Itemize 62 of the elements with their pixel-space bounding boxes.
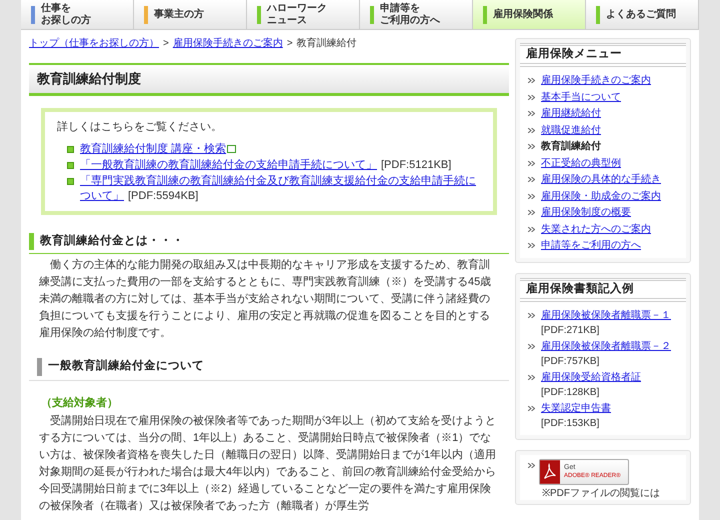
bullet-icon bbox=[528, 78, 535, 84]
body-paragraph: 受講開始日現在で雇用保険の被保険者等であった期間が3年以上（初めて支給を受けようとする方については、当分の間、1年以上）あること、受講開始日時点で被保険者（※1）でない方は、被保険者資格を喪失した日（離職日の翌日）以降、受講開始日までが1年以内（適用対象期間の延長が行われた場合は最大4年以内）であること、前回の教育訓練給付金受給から今回受講開始日前までに3年以上（※2）経過していることなど一定の要件を満たす雇用保険の被保険者（在職者）又は被保険者であった方（離職者）が厚生労 bbox=[38, 414, 498, 514]
bullet-icon bbox=[528, 177, 535, 182]
panel-title: 雇用保険書類記入例 bbox=[520, 278, 686, 302]
bullet-icon bbox=[67, 178, 74, 185]
breadcrumb-link[interactable]: 雇用保険手続きのご案内 bbox=[172, 36, 283, 51]
bullet-icon bbox=[528, 313, 535, 318]
file-size: [PDF:757KB] bbox=[541, 355, 600, 369]
breadcrumb-link[interactable]: トップ（仕事をお探しの方） bbox=[29, 36, 159, 51]
current-menu-item[interactable]: 教育訓練給付 bbox=[541, 139, 601, 155]
menu-link[interactable]: 不正受給の典型例 bbox=[541, 156, 621, 172]
menu-link[interactable]: 雇用保険手続きのご案内 bbox=[541, 73, 651, 89]
menu-link[interactable]: 基本手当について bbox=[541, 90, 621, 106]
menu-link[interactable]: 就職促進給付 bbox=[541, 122, 601, 138]
bullet-icon bbox=[528, 94, 535, 100]
nav-tab[interactable]: 雇用保険関係 bbox=[473, 0, 586, 29]
pdf-note: ※PDFファイルの閲覧には bbox=[541, 487, 661, 500]
eligibility-label: （支給対象者） bbox=[41, 396, 119, 410]
body-paragraph: 働く方の主体的な能力開発の取組み又は中長期的なキャリア形成を支援するため、教育訓練受講に支払った費用の一部を支給するとともに、専門実践教育訓練（※）を受講する45歳未満の離職者の方に対しては、基本手当が支給されない期間について、受講に伴う諸経費の負担についても支援を行うことにより、雇用の安定と再就職の促進を図ることを目的とする雇用保険の給付制度です。 bbox=[38, 258, 492, 342]
menu-link[interactable]: 雇用保険の具体的な手続き bbox=[541, 172, 661, 188]
bullet-icon bbox=[528, 344, 535, 349]
breadcrumb-separator: > bbox=[163, 37, 169, 51]
menu-link[interactable]: 失業された方へのご案内 bbox=[541, 222, 651, 238]
subsection-heading: 一般教育訓練給付金について bbox=[37, 358, 509, 376]
external-link-icon bbox=[227, 145, 236, 154]
document-link[interactable]: 教育訓練給付制度 講座・検索 bbox=[80, 143, 226, 155]
bullet-icon bbox=[528, 463, 535, 468]
pdf-logo-icon bbox=[540, 460, 560, 484]
bullet-icon bbox=[528, 160, 535, 166]
section-heading: 教育訓練給付金とは・・・ bbox=[29, 233, 509, 250]
menu-link[interactable]: 雇用保険制度の概要 bbox=[541, 205, 631, 221]
info-intro: 詳しくはこちらをご覧ください。 bbox=[57, 120, 223, 134]
file-size: [PDF:128KB] bbox=[541, 386, 600, 400]
form-link[interactable]: 雇用保険被保険者離職票－１ bbox=[541, 308, 671, 323]
breadcrumb-separator: > bbox=[286, 37, 293, 51]
bullet-icon bbox=[67, 162, 74, 169]
form-link[interactable]: 失業認定申告書 bbox=[541, 401, 611, 416]
bullet-icon bbox=[528, 375, 535, 380]
menu-link[interactable]: 雇用継続給付 bbox=[541, 106, 601, 122]
bullet-icon bbox=[528, 144, 535, 150]
form-link[interactable]: 雇用保険被保険者離職票－２ bbox=[541, 339, 671, 354]
menu-link[interactable]: 申請等をご利用の方へ bbox=[541, 238, 641, 254]
breadcrumb-current: 教育訓練給付 bbox=[296, 36, 357, 51]
panel-title: 雇用保険メニュー bbox=[520, 43, 686, 68]
bullet-icon bbox=[528, 128, 535, 133]
bullet-icon bbox=[528, 194, 535, 199]
page-title: 教育訓練給付制度 bbox=[29, 63, 509, 96]
nav-tab[interactable]: 仕事を お探しの方 bbox=[21, 0, 134, 29]
bullet-icon bbox=[528, 226, 535, 232]
file-size: [PDF:153KB] bbox=[541, 417, 600, 431]
file-size: [PDF:271KB] bbox=[541, 324, 600, 338]
bullet-icon bbox=[528, 210, 535, 216]
form-link[interactable]: 雇用保険受給資格者証 bbox=[541, 370, 641, 385]
bullet-icon bbox=[528, 243, 535, 248]
bullet-icon bbox=[528, 111, 535, 116]
nav-tab[interactable]: よくあるご質問 bbox=[586, 0, 699, 29]
bullet-icon bbox=[67, 146, 74, 153]
nav-tab[interactable]: ハローワーク ニュース bbox=[247, 0, 360, 29]
menu-link[interactable]: 雇用保険・助成金のご案内 bbox=[541, 188, 661, 204]
document-link[interactable]: 「一般教育訓練の教育訓練給付金の支給申請手続について」 [PDF:5121KB] bbox=[80, 158, 452, 173]
bullet-icon bbox=[528, 406, 535, 411]
nav-tab[interactable]: 事業主の方 bbox=[134, 0, 247, 29]
